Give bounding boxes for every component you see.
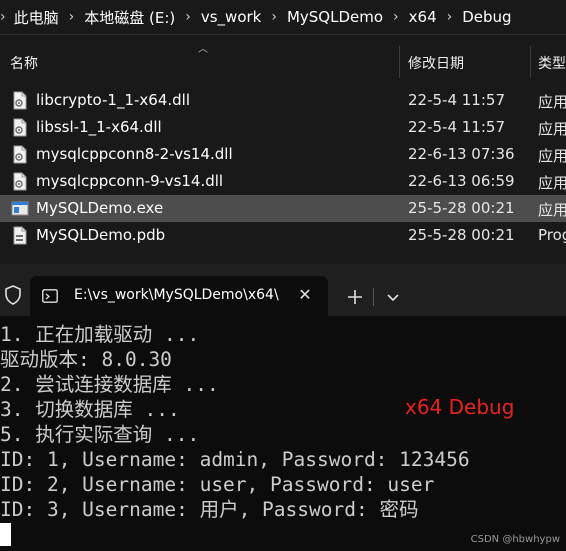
breadcrumb: › 此电脑 › 本地磁盘 (E:) › vs_work › MySQLDemo … [0, 0, 512, 34]
file-name: libcrypto-1_1-x64.dll [36, 91, 191, 109]
text-cursor [0, 523, 11, 546]
red-annotation: x64 Debug [405, 395, 515, 419]
terminal-tab-bar: E:\vs_work\MySQLDemo\x64\ ✕ [0, 264, 566, 316]
file-type: 应用 [538, 120, 566, 138]
file-name: libssl-1_1-x64.dll [36, 118, 162, 136]
shield-icon [5, 285, 21, 305]
console-line: 1. 正在加载驱动 ... [0, 323, 200, 346]
breadcrumb-item-this-pc[interactable]: 此电脑 [14, 7, 59, 28]
exe-icon [11, 201, 29, 216]
dll-icon [13, 145, 27, 164]
column-header-row: ︿ 名称 修改日期 类型 [0, 44, 566, 78]
column-header-date[interactable]: 修改日期 [408, 53, 464, 73]
console-line: 2. 尝试连接数据库 ... [0, 373, 219, 396]
file-row[interactable]: libcrypto-1_1-x64.dll 22-5-4 11:57 应用 [0, 87, 566, 114]
breadcrumb-item-drive[interactable]: 本地磁盘 (E:) [84, 7, 175, 28]
file-row[interactable]: MySQLDemo.pdb 25-5-28 00:21 Prog [0, 222, 566, 249]
terminal-window: E:\vs_work\MySQLDemo\x64\ ✕ 1. 正在加载驱动 ..… [0, 264, 566, 551]
console-line: ID: 1, Username: admin, Password: 123456 [0, 448, 470, 471]
column-divider[interactable] [530, 46, 531, 78]
chevron-right-icon: › [393, 9, 399, 25]
file-name: MySQLDemo.exe [36, 199, 164, 217]
file-type: 应用 [538, 93, 566, 111]
console-line: 驱动版本: 8.0.30 [0, 348, 172, 371]
terminal-icon [42, 289, 58, 303]
pdb-icon [13, 226, 27, 245]
file-name: MySQLDemo.pdb [36, 226, 166, 244]
chevron-right-icon: › [271, 9, 277, 25]
dll-icon [13, 172, 27, 191]
chevron-right-icon: › [446, 9, 453, 25]
file-name: mysqlcppconn-9-vs14.dll [36, 172, 224, 190]
watermark: CSDN @hbwhypw [470, 534, 560, 545]
chevron-right-icon: › [68, 9, 75, 25]
file-date: 22-5-4 11:57 [408, 118, 505, 136]
file-row-selected[interactable]: MySQLDemo.exe 25-5-28 00:21 应用 [0, 195, 566, 222]
console-output: 1. 正在加载驱动 ... 驱动版本: 8.0.30 2. 尝试连接数据库 ..… [0, 322, 566, 522]
breadcrumb-item-debug[interactable]: Debug [462, 8, 511, 26]
tab-title: E:\vs_work\MySQLDemo\x64\ [74, 287, 279, 303]
chevron-right-icon: › [0, 9, 6, 25]
file-row[interactable]: libssl-1_1-x64.dll 22-5-4 11:57 应用 [0, 114, 566, 141]
console-line: ID: 3, Username: 用户, Password: 密码 [0, 498, 419, 521]
dll-icon [13, 91, 27, 110]
file-type: Prog [538, 226, 566, 244]
chevron-down-icon[interactable] [384, 286, 402, 308]
divider [0, 34, 566, 35]
terminal-tab[interactable]: E:\vs_work\MySQLDemo\x64\ ✕ [30, 276, 328, 316]
file-row[interactable]: mysqlcppconn8-2-vs14.dll 22-6-13 07:36 应… [0, 141, 566, 168]
column-header-name[interactable]: 名称 [10, 53, 38, 73]
sort-ascending-icon: ︿ [198, 44, 208, 55]
file-type: 应用 [538, 174, 566, 192]
file-type: 应用 [538, 147, 566, 165]
file-date: 25-5-28 00:21 [408, 199, 515, 217]
breadcrumb-item-vs-work[interactable]: vs_work [201, 8, 262, 26]
file-row[interactable]: mysqlcppconn-9-vs14.dll 22-6-13 06:59 应用 [0, 168, 566, 195]
file-name: mysqlcppconn8-2-vs14.dll [36, 145, 233, 163]
close-icon[interactable]: ✕ [296, 284, 314, 306]
file-date: 22-5-4 11:57 [408, 91, 505, 109]
divider [373, 288, 374, 306]
file-type: 应用 [538, 201, 566, 219]
file-date: 25-5-28 00:21 [408, 226, 515, 244]
breadcrumb-item-x64[interactable]: x64 [409, 8, 437, 26]
column-header-type[interactable]: 类型 [538, 53, 566, 73]
dll-icon [13, 118, 27, 137]
console-line: 5. 执行实际查询 ... [0, 423, 200, 446]
file-explorer: › 此电脑 › 本地磁盘 (E:) › vs_work › MySQLDemo … [0, 0, 566, 264]
console-line: ID: 2, Username: user, Password: user [0, 473, 435, 496]
plus-icon[interactable] [344, 286, 366, 308]
chevron-right-icon: › [185, 9, 191, 25]
file-date: 22-6-13 07:36 [408, 145, 515, 163]
file-date: 22-6-13 06:59 [408, 172, 515, 190]
column-divider[interactable] [399, 46, 400, 78]
breadcrumb-item-mysqldemo[interactable]: MySQLDemo [287, 8, 383, 26]
